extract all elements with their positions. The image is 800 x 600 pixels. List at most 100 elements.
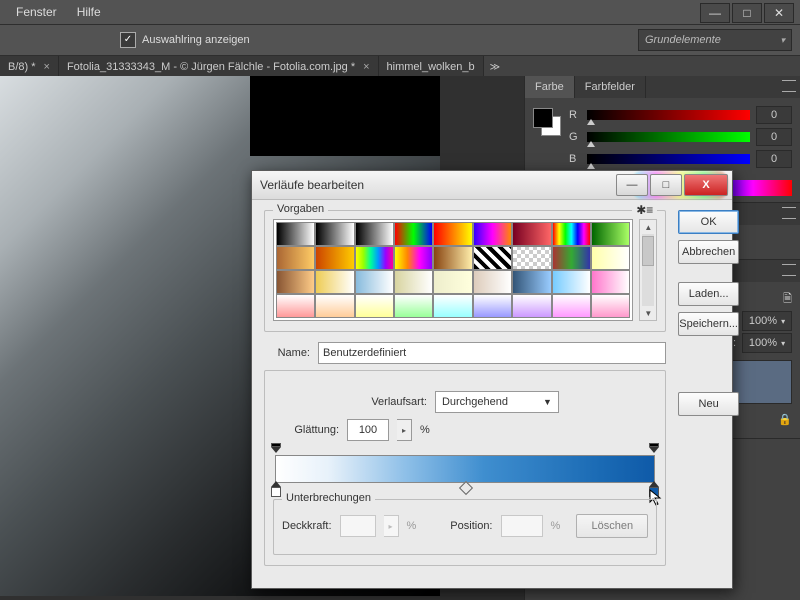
new-button[interactable]: Neu <box>678 392 739 416</box>
document-tab[interactable]: himmel_wolken_b <box>379 56 484 78</box>
gradient-preset[interactable] <box>394 246 433 270</box>
fg-bg-swatch[interactable] <box>533 108 561 136</box>
smoothness-stepper[interactable]: ▸ <box>397 419 412 441</box>
gradient-preset[interactable] <box>552 270 591 294</box>
doc-icon[interactable]: 🗎 <box>783 290 792 309</box>
window-controls: — □ ✕ <box>700 3 794 23</box>
channel-b-label: B <box>569 153 581 165</box>
scroll-up-icon[interactable]: ▲ <box>640 220 656 234</box>
gradient-preset[interactable] <box>552 222 591 246</box>
lock-icon[interactable]: 🔒 <box>778 413 792 429</box>
gradient-preset[interactable] <box>315 270 354 294</box>
dialog-titlebar[interactable]: Verläufe bearbeiten — □ X <box>252 171 732 200</box>
gradient-preset[interactable] <box>276 270 315 294</box>
gradient-preset[interactable] <box>473 246 512 270</box>
close-icon[interactable]: × <box>44 61 50 73</box>
smoothness-input[interactable]: 100 <box>347 419 389 441</box>
gradient-settings-fieldset: Verlaufsart: Durchgehend▼ Glättung: 100 … <box>264 370 666 566</box>
color-stop-left[interactable] <box>271 481 281 497</box>
gradient-preset[interactable] <box>512 222 551 246</box>
gradient-preset[interactable] <box>473 222 512 246</box>
opacity-label: Deckkraft: <box>282 520 332 532</box>
gradient-preset[interactable] <box>394 222 433 246</box>
gear-icon[interactable]: ✱≡ <box>632 203 657 217</box>
gradient-preset[interactable] <box>276 246 315 270</box>
gradient-preset[interactable] <box>394 294 433 318</box>
opacity-stop-left[interactable] <box>271 443 281 453</box>
gradient-preset[interactable] <box>552 294 591 318</box>
gradient-preset[interactable] <box>394 270 433 294</box>
presets-scrollbar[interactable]: ▲ ▼ <box>639 219 657 321</box>
midpoint-marker[interactable] <box>459 481 473 495</box>
b-slider[interactable] <box>587 154 750 164</box>
r-slider[interactable] <box>587 110 750 120</box>
close-button[interactable]: ✕ <box>764 3 794 23</box>
percent-label: % <box>551 520 561 532</box>
dialog-button-column: OK Abbrechen Laden... Speichern... Neu <box>678 210 739 576</box>
menu-item[interactable]: Fenster <box>6 5 67 19</box>
gradient-preset[interactable] <box>473 294 512 318</box>
gradient-preset[interactable] <box>591 222 630 246</box>
show-selection-ring-checkbox[interactable]: ✓ <box>120 32 136 48</box>
workspace-switcher[interactable]: Grundelemente ▾ <box>638 29 792 51</box>
gradient-bar[interactable] <box>275 455 655 483</box>
gradient-preset[interactable] <box>276 222 315 246</box>
gradient-preset[interactable] <box>473 270 512 294</box>
dialog-maximize-button[interactable]: □ <box>650 174 682 196</box>
gradient-preset[interactable] <box>315 222 354 246</box>
close-icon[interactable]: × <box>363 61 369 73</box>
r-value[interactable]: 0 <box>756 106 792 124</box>
dialog-minimize-button[interactable]: — <box>616 174 648 196</box>
gradient-preset[interactable] <box>355 246 394 270</box>
tab-color[interactable]: Farbe <box>525 76 575 98</box>
g-slider[interactable] <box>587 132 750 142</box>
gradient-preset[interactable] <box>552 246 591 270</box>
gradient-preset[interactable] <box>512 294 551 318</box>
document-tab[interactable]: Fotolia_31333343_M - © Jürgen Fälchle - … <box>59 56 379 78</box>
gradient-preset[interactable] <box>433 294 472 318</box>
gradient-preset[interactable] <box>276 294 315 318</box>
panel-menu-icon[interactable] <box>782 80 796 92</box>
gradient-preset[interactable] <box>433 270 472 294</box>
dialog-close-button[interactable]: X <box>684 174 728 196</box>
gradient-type-select[interactable]: Durchgehend▼ <box>435 391 559 413</box>
gradient-preset[interactable] <box>315 294 354 318</box>
delete-stop-button: Löschen <box>576 514 648 538</box>
stop-opacity-stepper: ▸ <box>384 515 399 537</box>
gradient-preset[interactable] <box>355 222 394 246</box>
minimize-button[interactable]: — <box>700 3 730 23</box>
gradient-preset[interactable] <box>512 270 551 294</box>
gradient-preset[interactable] <box>433 222 472 246</box>
gradient-preset[interactable] <box>591 294 630 318</box>
cancel-button[interactable]: Abbrechen <box>678 240 739 264</box>
panel-menu-icon[interactable] <box>782 207 796 219</box>
g-value[interactable]: 0 <box>756 128 792 146</box>
document-tab[interactable]: B/8) * × <box>0 56 59 78</box>
gradient-preset[interactable] <box>512 246 551 270</box>
scroll-down-icon[interactable]: ▼ <box>640 306 656 320</box>
load-button[interactable]: Laden... <box>678 282 739 306</box>
gradient-preset[interactable] <box>355 294 394 318</box>
name-input[interactable]: Benutzerdefiniert <box>318 342 666 364</box>
menu-item[interactable]: Hilfe <box>67 5 111 19</box>
opacity-stop-right[interactable] <box>649 443 659 453</box>
opacity-field[interactable]: 100%▾ <box>742 311 792 331</box>
show-selection-ring-label: Auswahlring anzeigen <box>142 34 250 46</box>
gradient-preset[interactable] <box>591 246 630 270</box>
b-value[interactable]: 0 <box>756 150 792 168</box>
stop-position-input <box>501 515 543 537</box>
gradient-preset[interactable] <box>355 270 394 294</box>
tab-swatches[interactable]: Farbfelder <box>575 76 646 98</box>
gradient-preset[interactable] <box>315 246 354 270</box>
gradient-preset[interactable] <box>591 270 630 294</box>
fill-field[interactable]: 100%▾ <box>742 333 792 353</box>
save-button[interactable]: Speichern... <box>678 312 739 336</box>
tab-label: himmel_wolken_b <box>387 61 475 73</box>
gradient-preset[interactable] <box>433 246 472 270</box>
name-label: Name: <box>264 347 310 359</box>
maximize-button[interactable]: □ <box>732 3 762 23</box>
panel-menu-icon[interactable] <box>782 264 796 276</box>
tabs-overflow-button[interactable]: ≫ <box>484 56 506 78</box>
ok-button[interactable]: OK <box>678 210 739 234</box>
channel-r-label: R <box>569 109 581 121</box>
